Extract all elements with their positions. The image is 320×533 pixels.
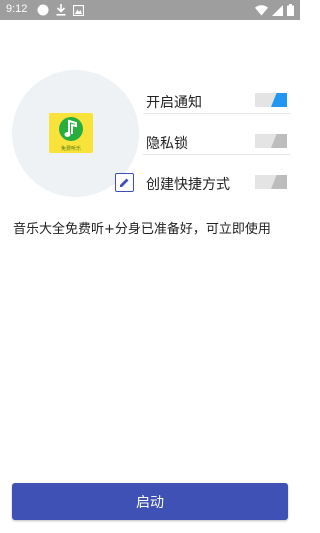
setting-row-privacy-lock: 隐私锁 [0, 127, 300, 157]
toggle-thumb [271, 93, 287, 107]
circle-icon [37, 1, 49, 20]
create-shortcut-toggle[interactable] [255, 175, 287, 189]
launch-button[interactable]: 启动 [12, 483, 288, 520]
divider [143, 154, 290, 155]
image-icon [72, 1, 85, 20]
privacy-lock-toggle[interactable] [255, 134, 287, 148]
battery-icon [287, 1, 294, 20]
setting-row-notifications: 开启通知 [0, 86, 300, 116]
status-bar: 9:12 [0, 0, 300, 20]
launch-button-label: 启动 [136, 494, 164, 511]
wifi-icon [255, 1, 268, 20]
notifications-toggle[interactable] [255, 93, 287, 107]
signal-icon [272, 1, 283, 20]
status-time: 9:12 [6, 3, 28, 15]
setting-label-privacy-lock: 隐私锁 [146, 136, 188, 152]
setting-row-create-shortcut: 创建快捷方式 [0, 168, 300, 198]
toggle-thumb [271, 134, 287, 148]
toggle-thumb [271, 175, 287, 189]
description-text: 音乐大全免费听+分身已准备好，可立即使用 [13, 222, 271, 237]
download-icon [56, 1, 66, 20]
divider [143, 113, 290, 114]
setting-label-notifications: 开启通知 [146, 95, 202, 111]
setting-label-create-shortcut: 创建快捷方式 [146, 177, 230, 193]
